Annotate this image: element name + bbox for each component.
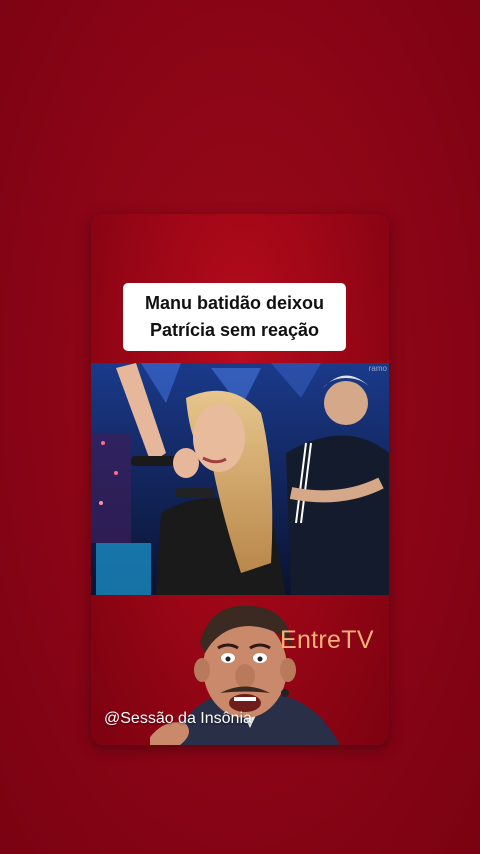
brand-logo-text: EntreTV	[280, 626, 374, 654]
video-frame[interactable]: ramo	[91, 363, 389, 595]
caption-line-2: Patrícia sem reação	[149, 320, 320, 340]
caption-line-1: Manu batidão deixou	[144, 293, 324, 313]
video-still	[91, 363, 389, 595]
caption-box: Manu batidão deixou Patrícia sem reação	[123, 283, 346, 351]
video-watermark: ramo	[368, 364, 387, 373]
channel-handle: @Sessão da Insônia	[104, 710, 252, 727]
